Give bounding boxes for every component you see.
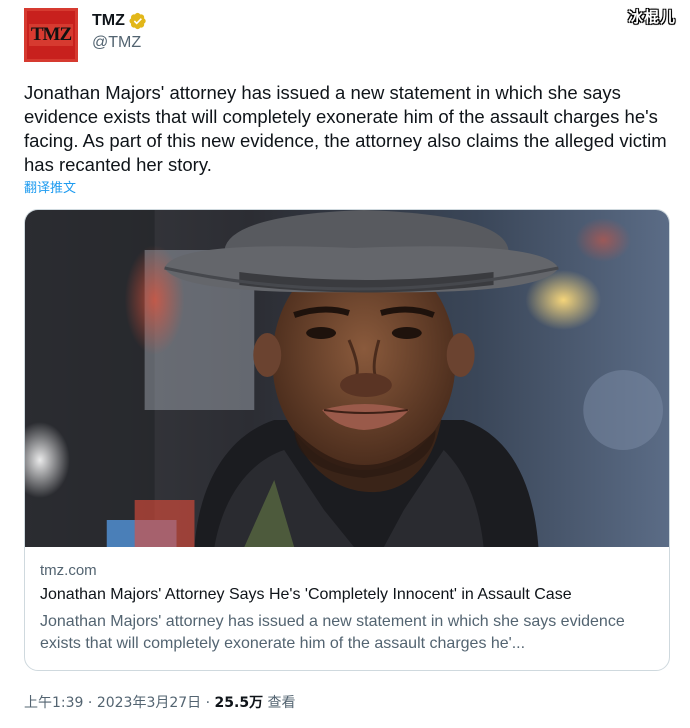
avatar-logo-text: TMZ	[28, 24, 74, 46]
tweet-date[interactable]: 2023年3月27日	[97, 695, 201, 711]
card-title[interactable]: Jonathan Majors' Attorney Says He's 'Com…	[40, 585, 669, 605]
avatar[interactable]: TMZ	[24, 8, 78, 62]
tweet-text: Jonathan Majors' attorney has issued a n…	[24, 82, 667, 175]
name-row: TMZ	[92, 12, 147, 30]
tweet-header: TMZ TMZ @TMZ	[24, 8, 147, 62]
card-description: Jonathan Majors' attorney has issued a n…	[40, 613, 625, 652]
display-name[interactable]: TMZ	[92, 12, 125, 30]
separator-dot: ·	[205, 695, 211, 711]
separator-dot: ·	[87, 695, 93, 711]
verified-badge-icon[interactable]	[129, 12, 147, 30]
author-names: TMZ @TMZ	[92, 12, 147, 52]
handle[interactable]: @TMZ	[92, 34, 147, 52]
card-domain: tmz.com	[40, 562, 97, 579]
photo-of-man-in-hat-icon[interactable]	[25, 210, 669, 547]
tweet-time[interactable]: 上午1:39	[24, 695, 83, 711]
views-label: 查看	[267, 695, 296, 711]
translate-link[interactable]: 翻译推文	[24, 177, 76, 196]
tweet-meta: 上午1:39 · 2023年3月27日 · 25.5万 查看	[24, 692, 296, 712]
views-count: 25.5万	[214, 695, 264, 711]
card-meta: tmz.com Jonathan Majors' Attorney Says H…	[25, 547, 669, 655]
link-card[interactable]: tmz.com Jonathan Majors' Attorney Says H…	[24, 209, 670, 671]
watermark: 冰棍儿	[627, 8, 676, 26]
